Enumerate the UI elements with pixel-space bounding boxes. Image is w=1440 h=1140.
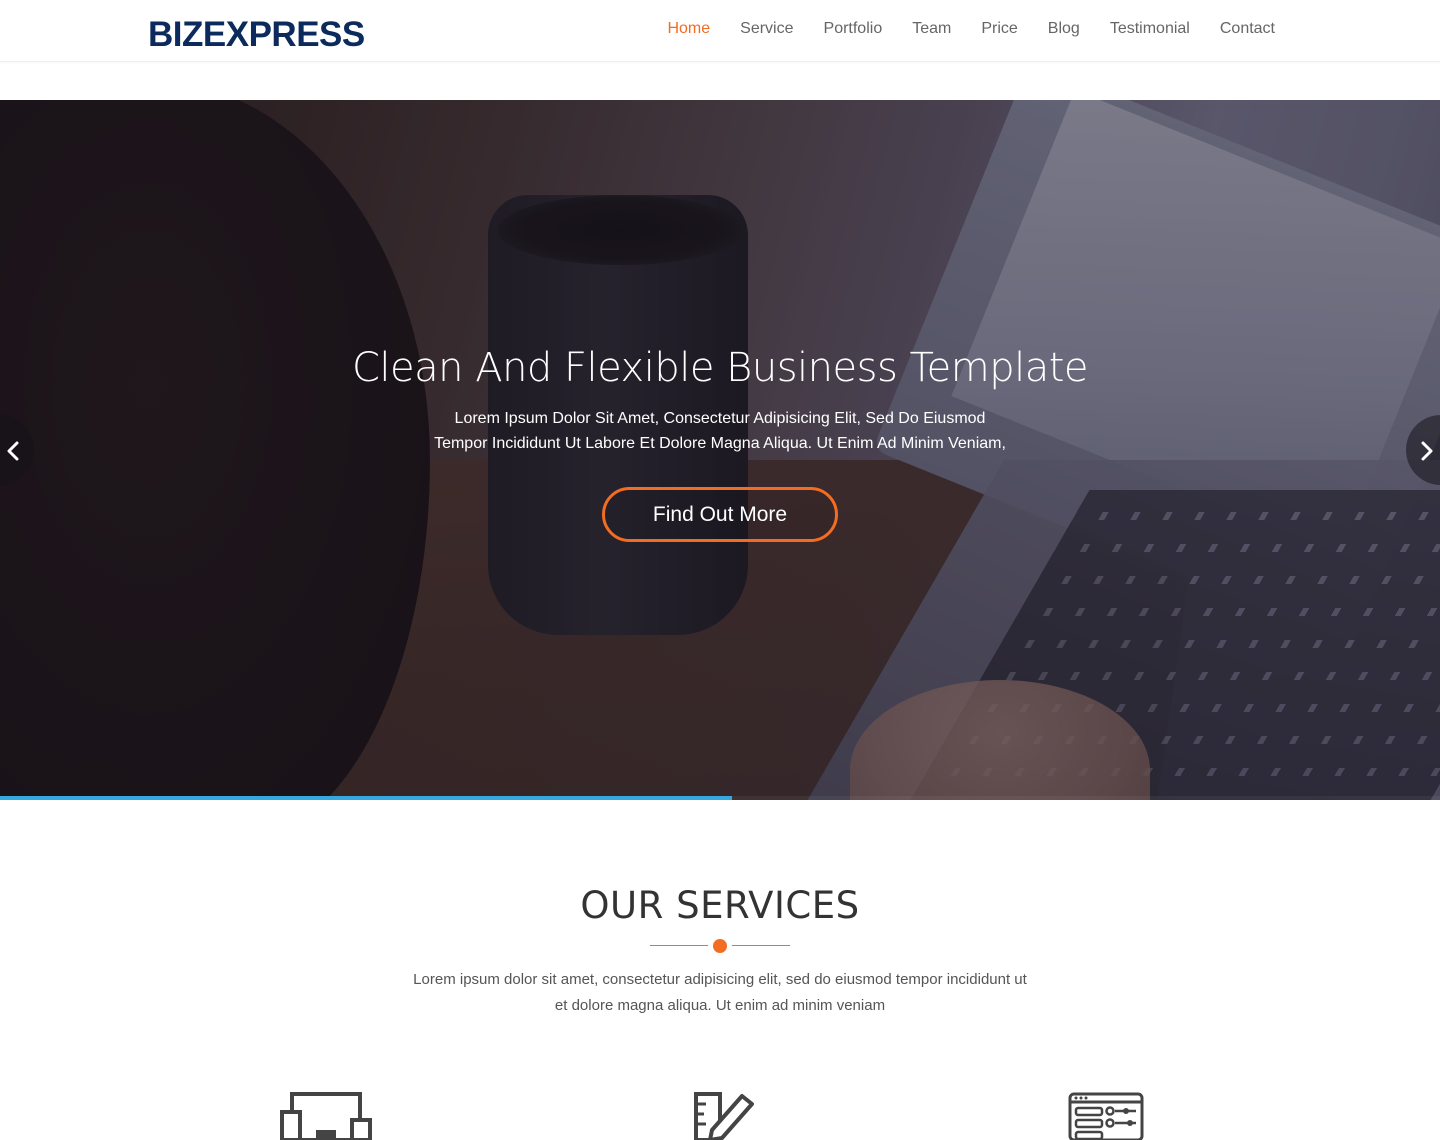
top-navbar: BIZEXPRESS Home Service Portfolio Team P… bbox=[0, 0, 1440, 62]
brand-logo[interactable]: BIZEXPRESS bbox=[148, 15, 365, 55]
nav-item-team[interactable]: Team bbox=[912, 18, 951, 40]
services-desc-line-2: et dolore magna aliqua. Ut enim ad minim… bbox=[554, 997, 886, 1014]
nav-item-home[interactable]: Home bbox=[667, 18, 710, 40]
chevron-left-icon bbox=[7, 441, 19, 461]
design-pencil-icon bbox=[692, 1090, 758, 1140]
nav-item-price[interactable]: Price bbox=[981, 18, 1017, 40]
nav-item-contact[interactable]: Contact bbox=[1220, 18, 1275, 40]
hero-subtitle-line-1: Lorem Ipsum Dolor Sit Amet, Consectetur … bbox=[454, 410, 986, 427]
divider-dot bbox=[713, 939, 727, 953]
settings-panel-icon bbox=[1068, 1090, 1144, 1140]
hero-slider: Clean And Flexible Business Template Lor… bbox=[0, 100, 1440, 800]
chevron-right-icon bbox=[1421, 441, 1433, 461]
services-description: Lorem ipsum dolor sit amet, consectetur … bbox=[400, 967, 1040, 1019]
slide-progress-track bbox=[0, 796, 1440, 800]
slide-progress-bar bbox=[0, 796, 732, 800]
devices-icon bbox=[280, 1090, 372, 1140]
hero-content: Clean And Flexible Business Template Lor… bbox=[0, 100, 1440, 800]
hero-subtitle: Lorem Ipsum Dolor Sit Amet, Consectetur … bbox=[0, 406, 1440, 456]
hero-title: Clean And Flexible Business Template bbox=[351, 345, 1089, 391]
nav-item-blog[interactable]: Blog bbox=[1048, 18, 1080, 40]
services-desc-line-1: Lorem ipsum dolor sit amet, consectetur … bbox=[413, 971, 1027, 988]
hero-subtitle-line-2: Tempor Incididunt Ut Labore Et Dolore Ma… bbox=[434, 435, 1006, 452]
find-out-more-button[interactable]: Find Out More bbox=[602, 487, 838, 542]
services-divider bbox=[650, 938, 790, 954]
services-title: OUR SERVICES bbox=[580, 884, 860, 927]
nav-item-testimonial[interactable]: Testimonial bbox=[1110, 18, 1190, 40]
nav-item-service[interactable]: Service bbox=[740, 18, 793, 40]
nav-item-portfolio[interactable]: Portfolio bbox=[824, 18, 883, 40]
divider-line-left bbox=[650, 945, 708, 946]
divider-line-right bbox=[732, 945, 790, 946]
main-nav: Home Service Portfolio Team Price Blog T… bbox=[667, 18, 1275, 40]
